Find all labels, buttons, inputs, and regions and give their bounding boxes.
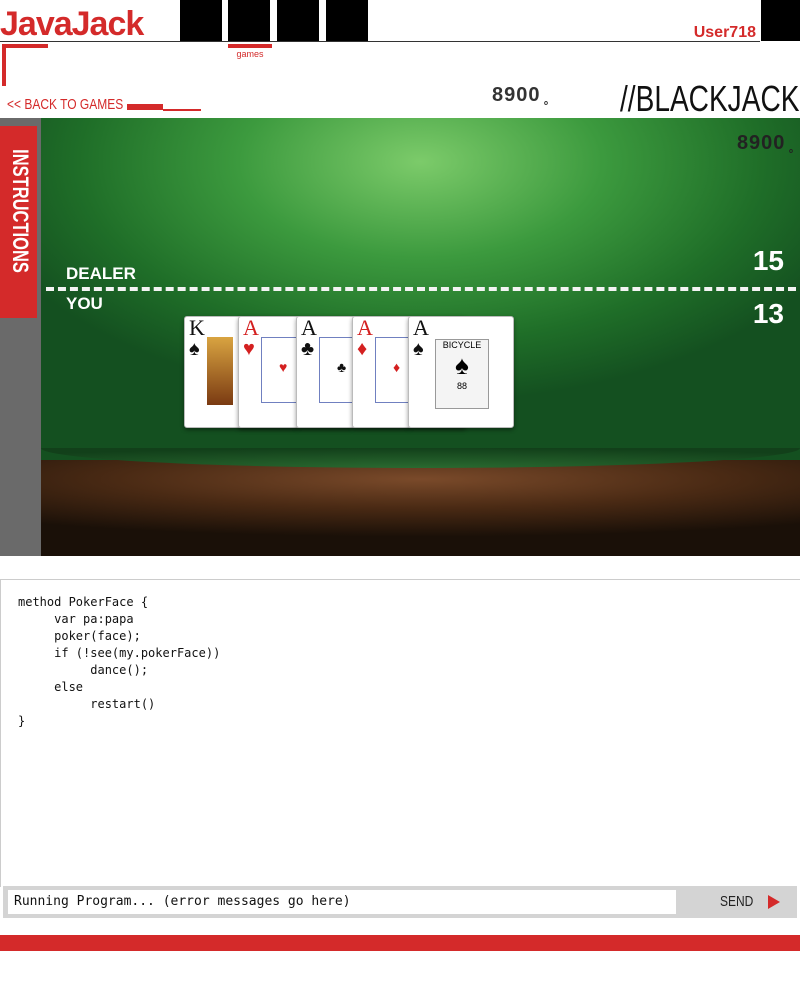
back-link-underline — [163, 109, 201, 111]
instructions-label: INSTRUCTIONS — [8, 149, 33, 273]
header-divider — [0, 41, 760, 42]
table-rail — [41, 460, 800, 556]
header-block — [180, 0, 222, 41]
card-rank: A — [413, 315, 429, 340]
card-rank: K — [189, 315, 205, 340]
spade-icon: ♠ — [413, 338, 424, 360]
username[interactable]: User718 — [694, 24, 756, 42]
footer-bar — [0, 935, 800, 951]
heart-icon: ♥ — [243, 338, 255, 360]
console-output[interactable]: Running Program... (error messages go he… — [8, 890, 676, 914]
games-tab[interactable]: games — [228, 49, 272, 59]
spade-icon: ♠ — [189, 338, 200, 360]
games-tab-indicator — [228, 44, 272, 48]
code-content[interactable]: method PokerFace { var pa:papa poker(fac… — [18, 594, 220, 730]
card-brand-number: 88 — [456, 381, 467, 391]
diamond-icon: ♦ — [357, 338, 368, 360]
user-block — [761, 0, 800, 41]
you-label: YOU — [66, 294, 103, 313]
card-rank: A — [357, 315, 373, 340]
dealer-score: 15 — [752, 245, 784, 276]
diamond-icon: ♦ — [393, 359, 401, 375]
playing-card[interactable]: A ♠ BICYCLE ♠ 88 — [408, 316, 514, 428]
club-icon: ♣ — [301, 338, 315, 360]
header-balance: 8900 ̥ — [492, 84, 548, 106]
corner-bracket — [2, 44, 48, 48]
table-balance: 8900 ̥ — [736, 132, 792, 154]
card-brand: BICYCLE — [442, 340, 482, 350]
club-icon: ♣ — [337, 359, 347, 375]
table-divider — [46, 287, 796, 291]
header-block — [326, 0, 368, 41]
page-title: //BLACKJACK — [620, 78, 800, 119]
header-block — [277, 0, 319, 41]
header-block — [228, 0, 270, 41]
heart-icon: ♥ — [279, 359, 288, 375]
back-to-games-link[interactable]: << BACK TO GAMES — [7, 96, 123, 113]
dealer-label: DEALER — [66, 264, 136, 283]
you-score: 13 — [752, 298, 784, 329]
play-arrow-icon[interactable] — [768, 895, 780, 909]
app-logo[interactable]: JavaJack — [0, 4, 144, 44]
spade-icon: ♠ — [455, 350, 469, 380]
back-link-underline — [127, 104, 163, 110]
bicycle-card-logo: BICYCLE ♠ 88 — [435, 339, 489, 409]
card-rank: A — [243, 315, 259, 340]
card-rank: A — [301, 315, 317, 340]
king-face-art — [207, 337, 233, 405]
corner-bracket — [2, 44, 6, 86]
